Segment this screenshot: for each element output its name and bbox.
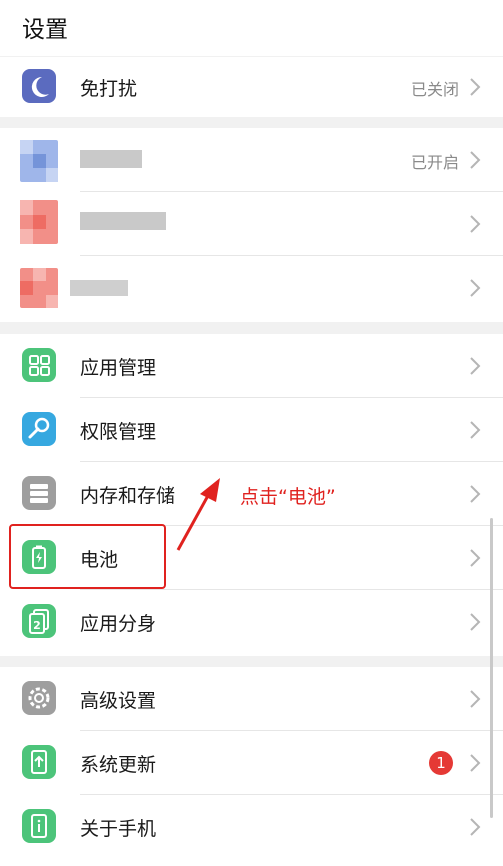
settings-group-2: 已开启 xyxy=(0,128,503,322)
chevron-right-icon xyxy=(469,420,481,440)
battery-highlight-box xyxy=(9,524,166,589)
page-title: 设置 xyxy=(22,17,68,43)
row-label: 内存和存储 xyxy=(80,485,176,507)
settings-screen: 设置 免打扰 已关闭 已开启 应用管理 权限管理 内存和存储 电池 2 应用分身… xyxy=(0,0,503,866)
row-advanced-settings[interactable]: 高级设置 xyxy=(0,667,503,731)
row-label: 系统更新 xyxy=(80,754,157,776)
row-status: 已关闭 xyxy=(410,80,459,99)
row-label: 高级设置 xyxy=(80,690,157,712)
gear-icon xyxy=(22,681,56,715)
row-app-twin[interactable]: 2 应用分身 xyxy=(0,590,503,654)
row-label: 关于手机 xyxy=(80,818,157,840)
settings-group-4: 高级设置 系统更新 1 关于手机 xyxy=(0,667,503,866)
svg-text:2: 2 xyxy=(33,619,41,632)
chevron-right-icon xyxy=(469,484,481,504)
row-system-update[interactable]: 系统更新 1 xyxy=(0,731,503,795)
row-label: 应用管理 xyxy=(80,357,157,379)
obscured-app-name xyxy=(80,150,142,168)
row-permission-management[interactable]: 权限管理 xyxy=(0,398,503,462)
app-grid-icon xyxy=(22,348,56,382)
chevron-right-icon xyxy=(469,356,481,376)
row-label: 应用分身 xyxy=(80,613,157,635)
obscured-app-name xyxy=(70,280,128,296)
settings-group-1: 免打扰 已关闭 xyxy=(0,57,503,117)
header-bar: 设置 xyxy=(0,0,503,56)
row-obscured-app-2[interactable] xyxy=(0,192,503,256)
chevron-right-icon xyxy=(469,150,481,170)
moon-icon xyxy=(22,69,56,103)
annotation-text: 点击“电池” xyxy=(240,486,336,508)
row-do-not-disturb[interactable]: 免打扰 已关闭 xyxy=(0,57,503,117)
chevron-right-icon xyxy=(469,278,481,298)
phone-info-icon xyxy=(22,809,56,843)
row-obscured-app-3[interactable] xyxy=(0,256,503,320)
chevron-right-icon xyxy=(469,77,481,97)
key-icon xyxy=(22,412,56,446)
chevron-right-icon xyxy=(469,817,481,837)
chevron-right-icon xyxy=(469,548,481,568)
row-label: 免打扰 xyxy=(80,78,138,100)
row-status: 已开启 xyxy=(410,153,459,172)
update-count-badge: 1 xyxy=(429,751,453,775)
chevron-right-icon xyxy=(469,689,481,709)
chevron-right-icon xyxy=(469,753,481,773)
row-obscured-app-1[interactable]: 已开启 xyxy=(0,128,503,192)
row-app-management[interactable]: 应用管理 xyxy=(0,334,503,398)
row-about-phone[interactable]: 关于手机 xyxy=(0,795,503,859)
obscured-app-name xyxy=(80,212,166,230)
annotation-arrow-icon xyxy=(176,478,220,551)
pixelated-app-icon xyxy=(20,268,58,308)
chevron-right-icon xyxy=(469,214,481,234)
scrollbar[interactable] xyxy=(490,518,493,818)
update-icon xyxy=(22,745,56,779)
pixelated-app-icon xyxy=(20,140,58,182)
app-twin-icon: 2 xyxy=(22,604,56,638)
row-label: 权限管理 xyxy=(80,421,157,443)
chevron-right-icon xyxy=(469,612,481,632)
pixelated-app-icon xyxy=(20,200,58,244)
storage-icon xyxy=(22,476,56,510)
